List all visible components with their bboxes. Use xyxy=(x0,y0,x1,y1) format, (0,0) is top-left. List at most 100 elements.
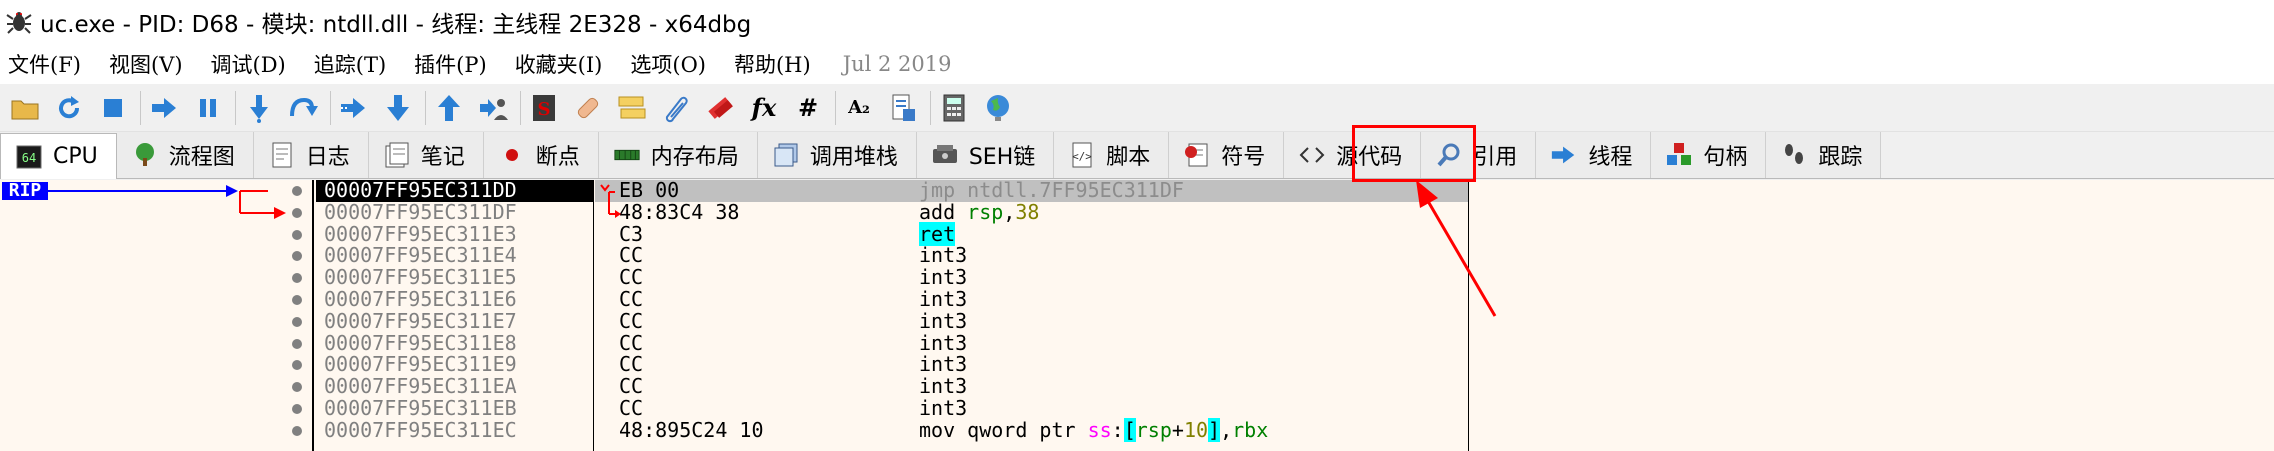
menu-help[interactable]: 帮助(H) xyxy=(734,49,811,79)
breakpoint-dot[interactable] xyxy=(292,404,302,414)
tab-threads[interactable]: 线程 xyxy=(1536,132,1652,178)
tab-cpu[interactable]: 64 CPU xyxy=(0,133,117,179)
tab-references[interactable]: 引用 xyxy=(1421,132,1537,178)
tab-label: 笔记 xyxy=(420,145,465,170)
globe-icon[interactable] xyxy=(981,91,1015,125)
tab-label: 调用堆栈 xyxy=(809,145,898,170)
labels-icon[interactable] xyxy=(659,91,693,125)
address-cell[interactable]: 00007FF95EC311E9 xyxy=(316,354,593,376)
bytes-cell: C3 xyxy=(619,221,644,246)
step-into-icon[interactable] xyxy=(242,91,276,125)
menu-options[interactable]: 选项(O) xyxy=(630,49,706,79)
seh-icon xyxy=(931,141,959,169)
breakpoint-dot[interactable] xyxy=(292,360,302,370)
tab-graph[interactable]: 流程图 xyxy=(116,132,254,178)
tab-breakpoints[interactable]: 断点 xyxy=(483,132,599,178)
tab-notes[interactable]: 笔记 xyxy=(368,132,484,178)
menu-file[interactable]: 文件(F) xyxy=(8,49,81,79)
bytes-cell: CC xyxy=(619,374,644,399)
breakpoint-dot[interactable] xyxy=(292,426,302,436)
address-cell[interactable]: 00007FF95EC311E8 xyxy=(316,332,593,355)
trace-icon xyxy=(1780,141,1808,169)
breakpoint-dot[interactable] xyxy=(292,208,302,218)
window-title: uc.exe - PID: D68 - 模块: ntdll.dll - 线程: … xyxy=(40,12,752,38)
stop-icon[interactable] xyxy=(96,91,130,125)
tab-label: 断点 xyxy=(535,145,580,170)
bytes-cell: CC xyxy=(619,308,644,333)
toolbar-separator xyxy=(330,90,331,125)
instruction-cell: int3 xyxy=(919,243,968,268)
address-cell[interactable]: 00007FF95EC311E3 xyxy=(316,223,593,246)
address-cell[interactable]: 00007FF95EC311DF xyxy=(316,201,593,224)
variables-icon[interactable]: # xyxy=(791,91,825,125)
menu-trace[interactable]: 追踪(T) xyxy=(314,49,386,79)
restart-icon[interactable] xyxy=(52,91,86,125)
scylla-icon[interactable]: S xyxy=(527,91,561,125)
tab-seh-chain[interactable]: SEH链 xyxy=(916,132,1055,178)
toolbar-separator xyxy=(835,90,836,125)
address-cell[interactable]: 00007FF95EC311E5 xyxy=(316,266,593,289)
instruction-cell: int3 xyxy=(919,286,968,311)
tree-icon xyxy=(131,141,159,169)
toolbar-separator xyxy=(930,90,931,125)
breakpoint-dot[interactable] xyxy=(292,251,302,261)
strings-icon[interactable] xyxy=(886,91,920,125)
comments-icon[interactable] xyxy=(615,91,649,125)
toolbar-separator xyxy=(520,90,521,125)
functions-icon[interactable]: fx xyxy=(747,91,781,125)
trace-over-icon[interactable] xyxy=(381,91,415,125)
tab-trace[interactable]: 跟踪 xyxy=(1766,132,1882,178)
menu-plugins[interactable]: 插件(P) xyxy=(414,49,487,79)
tab-handles[interactable]: 句柄 xyxy=(1651,132,1767,178)
instruction-cell: int3 xyxy=(919,330,968,355)
tab-call-stack[interactable]: 调用堆栈 xyxy=(757,132,917,178)
menu-view[interactable]: 视图(V) xyxy=(109,49,183,79)
address-cell[interactable]: 00007FF95EC311EC xyxy=(316,419,593,442)
bytes-cell: EB 00 xyxy=(619,178,680,202)
jump-indicator xyxy=(600,184,621,218)
breakpoint-dot[interactable] xyxy=(292,317,302,327)
instruction-column: jmp ntdll.7FF95EC311DF add rsp,38 ret in… xyxy=(905,178,1469,451)
menu-favourites[interactable]: 收藏夹(I) xyxy=(515,49,603,79)
tab-log[interactable]: 日志 xyxy=(253,132,369,178)
calculator-icon[interactable] xyxy=(937,91,971,125)
tab-source[interactable]: 源代码 xyxy=(1284,132,1422,178)
breakpoint-dot[interactable] xyxy=(292,186,302,196)
run-icon[interactable] xyxy=(147,91,181,125)
bytes-cell: CC xyxy=(619,243,644,268)
address-cell[interactable]: 00007FF95EC311E6 xyxy=(316,288,593,311)
address-cell[interactable]: 00007FF95EC311EA xyxy=(316,375,593,398)
breakpoint-dot[interactable] xyxy=(292,273,302,283)
address-cell[interactable]: 00007FF95EC311E7 xyxy=(316,310,593,333)
instruction-cell: jmp ntdll.7FF95EC311DF xyxy=(919,178,1184,202)
breakpoint-dot[interactable] xyxy=(292,295,302,305)
execute-till-return-icon[interactable] xyxy=(432,91,466,125)
pause-icon[interactable] xyxy=(191,91,225,125)
address-cell[interactable]: 00007FF95EC311E4 xyxy=(316,245,593,267)
bookmarks-icon[interactable] xyxy=(703,91,737,125)
patch-icon[interactable] xyxy=(571,91,605,125)
bytes-cell: 48:895C24 10 xyxy=(619,417,764,442)
disassembly-view[interactable]: RIP 00007FF95EC311DD 00007FF95EC311DF 00… xyxy=(0,178,2274,451)
instruction-cell: int3 xyxy=(919,308,968,333)
address-cell[interactable]: 00007FF95EC311EB xyxy=(316,397,593,420)
open-icon[interactable] xyxy=(8,91,42,125)
breakpoint-dot[interactable] xyxy=(292,382,302,392)
breakpoint-dot[interactable] xyxy=(292,230,302,240)
tab-symbols[interactable]: 符号 xyxy=(1169,132,1285,178)
breakpoint-dot[interactable] xyxy=(292,339,302,349)
tab-script[interactable]: </> 脚本 xyxy=(1054,132,1170,178)
font-icon[interactable]: A₂ xyxy=(842,91,876,125)
step-over-icon[interactable] xyxy=(286,91,320,125)
tab-label: 流程图 xyxy=(168,145,235,170)
run-to-user-code-icon[interactable] xyxy=(476,91,510,125)
title-bar: uc.exe - PID: D68 - 模块: ntdll.dll - 线程: … xyxy=(0,0,2274,44)
trace-into-icon[interactable] xyxy=(337,91,371,125)
notes-icon xyxy=(383,141,411,169)
address-cell[interactable]: 00007FF95EC311DD xyxy=(316,179,593,202)
tab-memory-map[interactable]: 内存布局 xyxy=(598,132,758,178)
menu-bar: 文件(F) 视图(V) 调试(D) 追踪(T) 插件(P) 收藏夹(I) 选项(… xyxy=(0,44,2274,84)
tab-label: CPU xyxy=(53,144,98,169)
thread-icon xyxy=(1550,141,1578,169)
menu-debug[interactable]: 调试(D) xyxy=(211,49,286,79)
